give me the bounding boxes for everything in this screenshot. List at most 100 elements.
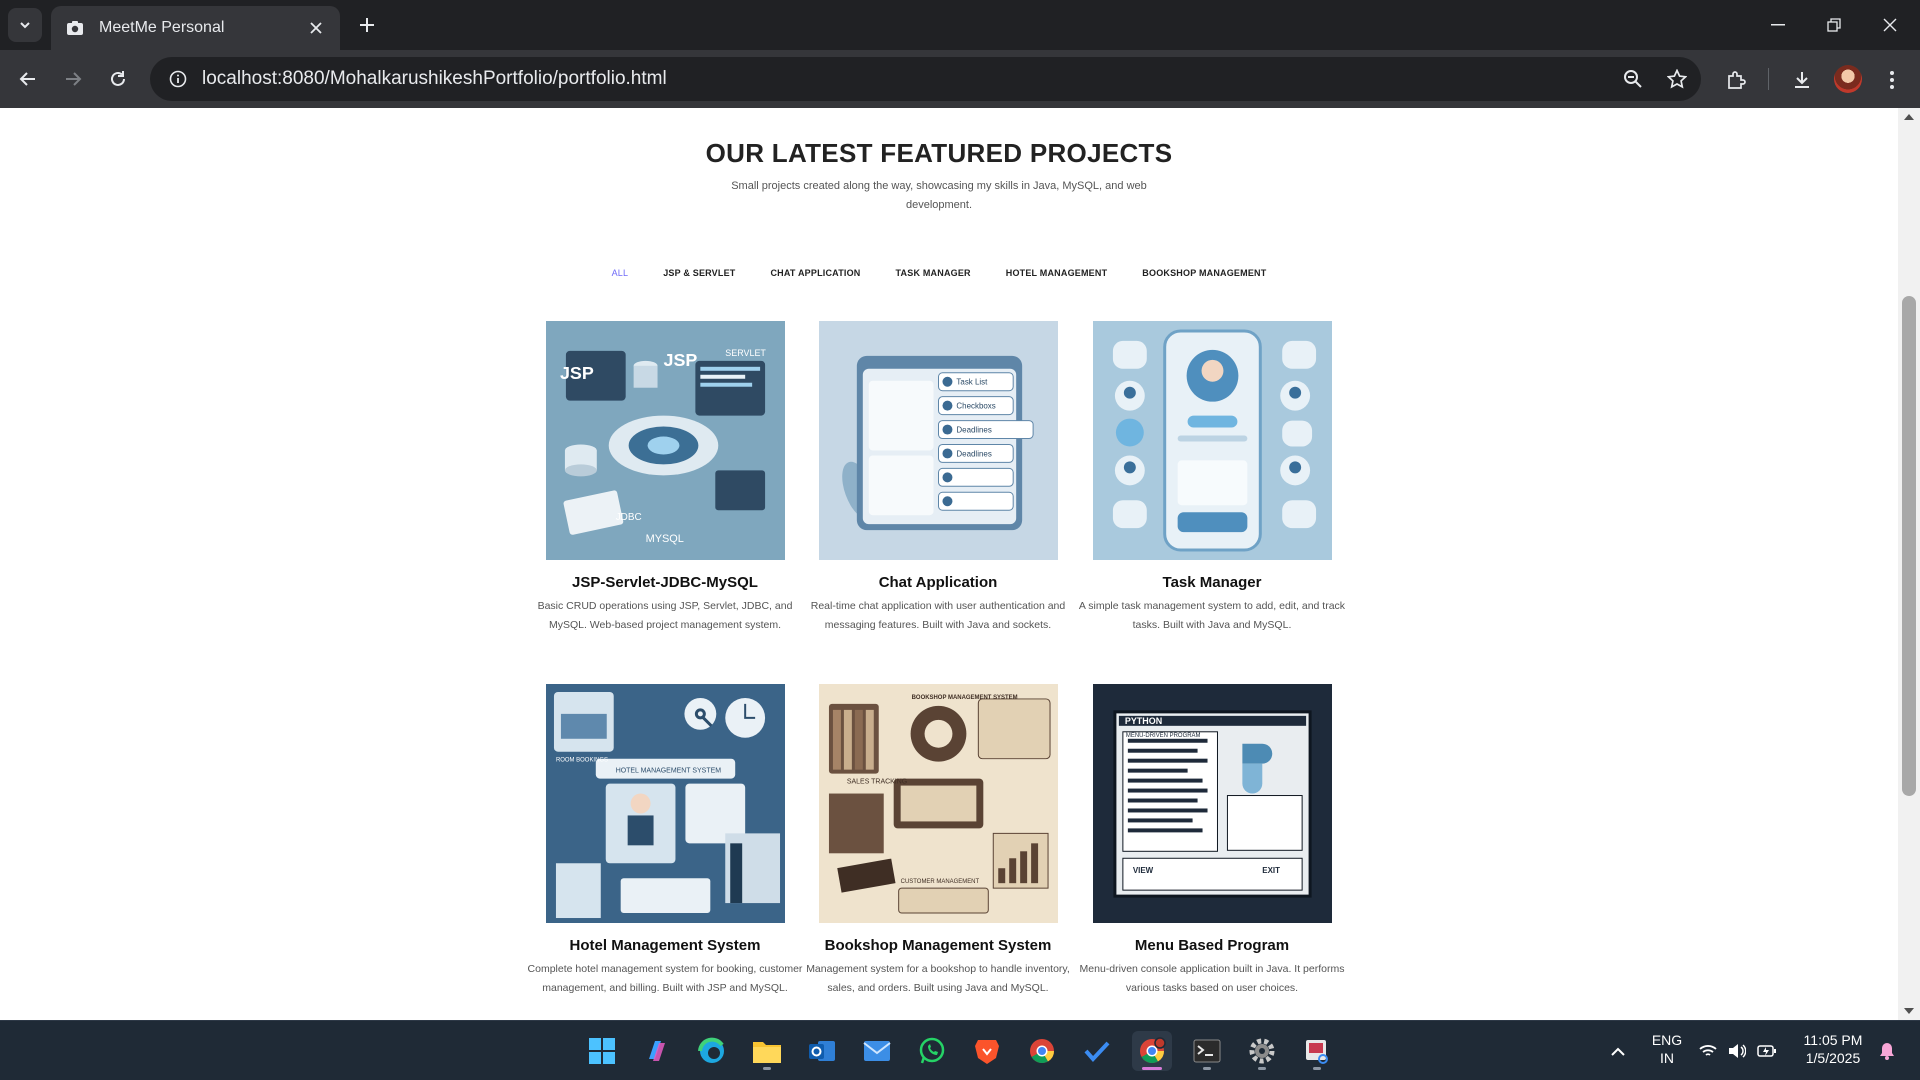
filter-hotel-management[interactable]: HOTEL MANAGEMENT	[1006, 268, 1108, 278]
browser-menu-icon[interactable]	[1875, 63, 1909, 97]
thumb-label: BOOKSHOP MANAGEMENT SYSTEM	[911, 695, 1017, 701]
restore-button[interactable]	[1806, 0, 1862, 50]
todo-app[interactable]	[1077, 1031, 1117, 1071]
forward-button[interactable]	[57, 63, 89, 95]
filter-jsp-servlet[interactable]: JSP & SERVLET	[663, 268, 735, 278]
arrow-right-icon	[66, 72, 82, 86]
profile-avatar[interactable]	[1834, 65, 1862, 93]
tab-strip: MeetMe Personal	[0, 0, 1920, 50]
extensions-icon[interactable]	[1719, 63, 1753, 97]
gear-icon	[1249, 1038, 1275, 1064]
chevron-up-icon	[1611, 1047, 1625, 1056]
minimize-icon	[1771, 24, 1785, 26]
chrome-app[interactable]	[1022, 1031, 1062, 1071]
filter-task-manager[interactable]: TASK MANAGER	[896, 268, 971, 278]
thumb-label: CUSTOMER MANAGEMENT	[900, 879, 979, 885]
url-text[interactable]: localhost:8080/MohalkarushikeshPortfolio…	[202, 68, 1613, 90]
project-card[interactable]: BOOKSHOP MANAGEMENT SYSTEM SALES TRACKIN…	[793, 684, 1083, 997]
scroll-thumb[interactable]	[1902, 296, 1916, 796]
browser-tab[interactable]: MeetMe Personal	[51, 6, 340, 50]
back-button[interactable]	[12, 63, 44, 95]
scroll-up-arrow-icon[interactable]	[1898, 108, 1920, 126]
thumb-label: JDBC	[615, 512, 641, 523]
terminal-icon	[1193, 1039, 1221, 1063]
tab-search-button[interactable]	[8, 8, 42, 42]
project-thumbnail-menu-program[interactable]: PYTHON MENU-DRIVEN PROGRAM VIEW EXIT	[1092, 684, 1332, 923]
project-title[interactable]: Hotel Management System	[520, 937, 810, 954]
tab-close-icon[interactable]	[304, 16, 328, 40]
windows-taskbar: ENG IN 11:05 PM 1/5/2025	[0, 1020, 1920, 1080]
minimize-button[interactable]	[1750, 0, 1806, 50]
edge-app[interactable]	[692, 1031, 732, 1071]
project-card[interactable]: Task Manager A simple task management sy…	[1067, 321, 1357, 634]
thumb-label: Deadlines	[956, 426, 991, 435]
reload-button[interactable]	[102, 63, 134, 95]
terminal-app[interactable]	[1187, 1031, 1227, 1071]
thumb-label: SERVLET	[725, 348, 766, 358]
scroll-down-arrow-icon[interactable]	[1898, 1002, 1920, 1020]
folder-icon	[753, 1042, 781, 1063]
copilot-app[interactable]	[637, 1031, 677, 1071]
outlook-icon	[809, 1041, 835, 1061]
thumb-label: HOTEL MANAGEMENT SYSTEM	[615, 768, 721, 775]
thumb-label: VIEW	[1132, 866, 1153, 875]
whatsapp-app[interactable]	[912, 1031, 952, 1071]
filter-all[interactable]: ALL	[612, 268, 629, 278]
quick-settings-button[interactable]	[1693, 1031, 1783, 1071]
close-icon	[1883, 18, 1897, 32]
chrome-profile-icon	[1140, 1037, 1166, 1064]
battery-icon	[1757, 1045, 1777, 1057]
clock[interactable]: 11:05 PM 1/5/2025	[1796, 1031, 1870, 1067]
page-scrollbar[interactable]	[1898, 108, 1920, 1020]
brave-app[interactable]	[967, 1031, 1007, 1071]
project-thumbnail-hotel-management[interactable]: HOTEL MANAGEMENT SYSTEM ROOM BOOKINGS	[545, 684, 785, 923]
thumb-label: SALES TRACKING	[846, 779, 906, 786]
brave-icon	[975, 1040, 999, 1064]
arrow-left-icon	[19, 72, 35, 86]
zoom-icon[interactable]	[1613, 59, 1653, 99]
snipping-tool-icon	[1306, 1040, 1328, 1064]
edge-icon	[698, 1037, 724, 1063]
snipping-tool-app[interactable]	[1297, 1031, 1337, 1071]
close-window-button[interactable]	[1862, 0, 1918, 50]
section-title: OUR LATEST FEATURED PROJECTS	[705, 138, 1173, 168]
bookmark-star-icon[interactable]	[1657, 59, 1697, 99]
settings-app[interactable]	[1242, 1031, 1282, 1071]
project-card[interactable]: Task List Checkboxs Deadlines Deadlines …	[793, 321, 1083, 634]
chrome-profile-app[interactable]	[1132, 1031, 1172, 1071]
downloads-icon[interactable]	[1785, 63, 1819, 97]
outlook-app[interactable]	[802, 1031, 842, 1071]
thumb-label: Task List	[956, 378, 988, 387]
project-title[interactable]: JSP-Servlet-JDBC-MySQL	[520, 574, 810, 591]
language-indicator[interactable]: ENG IN	[1645, 1031, 1689, 1067]
new-tab-button[interactable]	[352, 10, 382, 40]
site-info-icon[interactable]	[164, 65, 192, 93]
bell-icon	[1880, 1043, 1894, 1060]
filter-bookshop-management[interactable]: BOOKSHOP MANAGEMENT	[1142, 268, 1266, 278]
project-card[interactable]: HOTEL MANAGEMENT SYSTEM ROOM BOOKINGS Ho…	[520, 684, 810, 997]
project-title[interactable]: Task Manager	[1067, 574, 1357, 591]
project-title[interactable]: Chat Application	[793, 574, 1083, 591]
notifications-button[interactable]	[1872, 1031, 1902, 1071]
project-card[interactable]: JSP JSP JDBC MYSQL SERVLET JSP-Servlet-J…	[520, 321, 810, 634]
project-title[interactable]: Menu Based Program	[1067, 937, 1357, 954]
file-explorer-app[interactable]	[747, 1031, 787, 1071]
project-description: Complete hotel management system for boo…	[527, 963, 803, 994]
checkmark-icon	[1084, 1041, 1110, 1062]
plus-icon	[360, 18, 374, 32]
project-thumbnail-chat-application[interactable]: Task List Checkboxs Deadlines Deadlines	[818, 321, 1058, 560]
mail-app[interactable]	[857, 1031, 897, 1071]
project-thumbnail-task-manager[interactable]	[1092, 321, 1332, 560]
project-title[interactable]: Bookshop Management System	[793, 937, 1083, 954]
project-filter-bar: ALL JSP & SERVLET CHAT APPLICATION TASK …	[0, 268, 1878, 278]
project-card[interactable]: PYTHON MENU-DRIVEN PROGRAM VIEW EXIT Men…	[1067, 684, 1357, 997]
start-button[interactable]	[582, 1031, 622, 1071]
running-indicator	[763, 1067, 771, 1070]
language-code: ENG	[1651, 1032, 1683, 1048]
show-hidden-icons-button[interactable]	[1598, 1031, 1638, 1071]
project-thumbnail-jsp-servlet[interactable]: JSP JSP JDBC MYSQL SERVLET	[545, 321, 785, 560]
filter-chat-application[interactable]: CHAT APPLICATION	[770, 268, 860, 278]
address-bar[interactable]: localhost:8080/MohalkarushikeshPortfolio…	[150, 57, 1701, 101]
running-indicator	[1203, 1067, 1211, 1070]
project-thumbnail-bookshop-management[interactable]: BOOKSHOP MANAGEMENT SYSTEM SALES TRACKIN…	[818, 684, 1058, 923]
